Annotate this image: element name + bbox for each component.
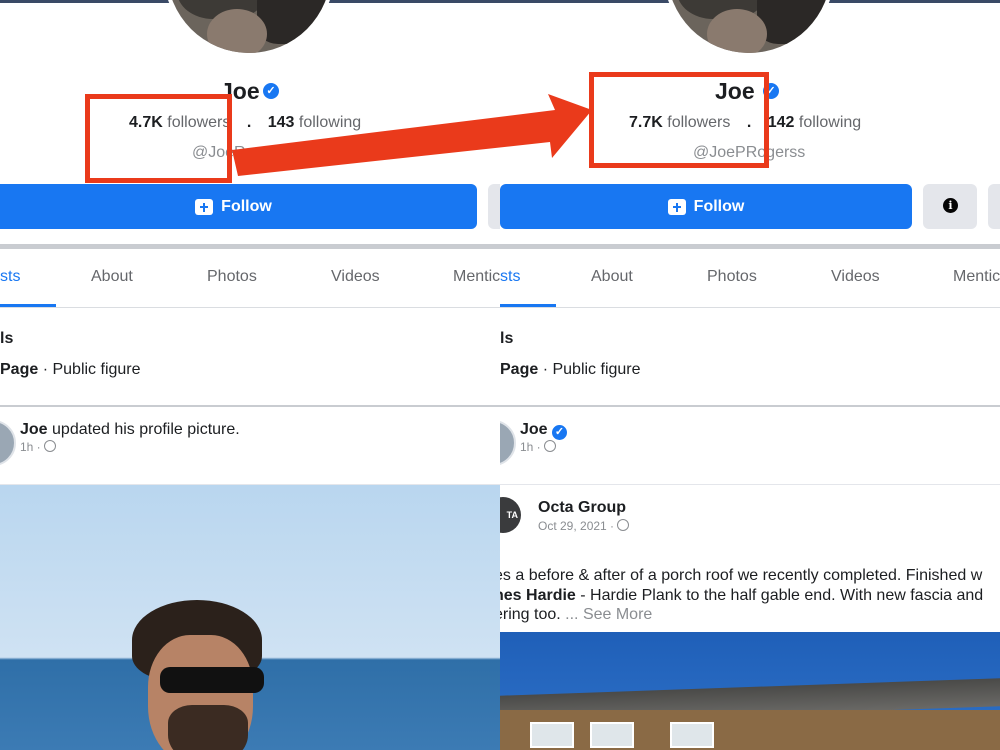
arrow-icon — [232, 94, 592, 176]
